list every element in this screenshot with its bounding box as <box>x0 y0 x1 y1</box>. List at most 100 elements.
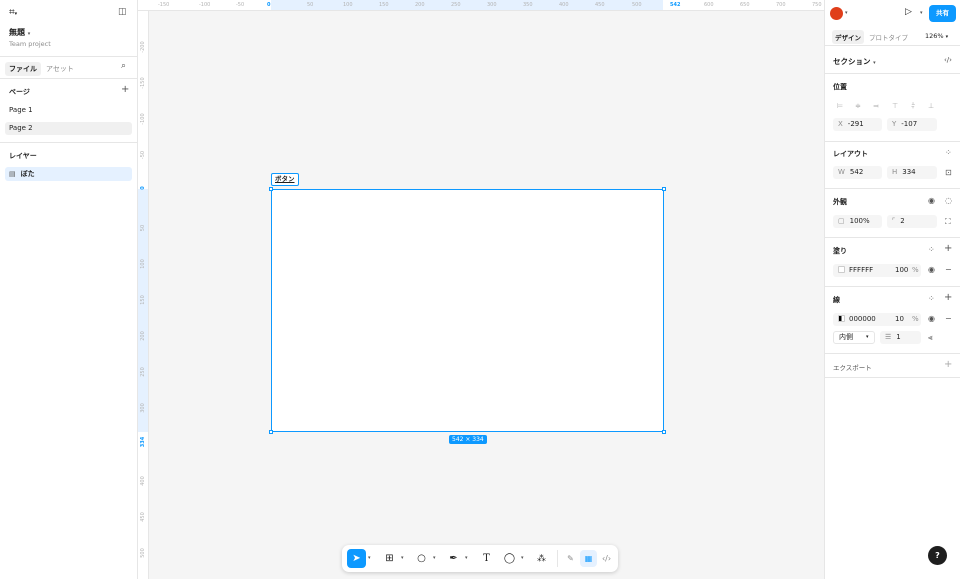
ruler-tick-label: 700 <box>776 2 786 8</box>
resize-handle-tl[interactable] <box>269 187 273 191</box>
tab-file[interactable]: ファイル <box>5 62 41 76</box>
frame-tool-icon[interactable]: ⊞ <box>380 549 399 568</box>
ruler-tick-label: -150 <box>158 2 170 8</box>
project-name[interactable]: Team project <box>9 40 51 48</box>
remove-fill-icon[interactable]: − <box>945 265 952 274</box>
align-bottom-icon[interactable]: ⊥ <box>924 100 938 112</box>
align-top-icon[interactable]: ⊤ <box>888 100 902 112</box>
left-panel: ⌗▾ ◫ 無題 ▾ Team project ファイル アセット ⌕ ページ +… <box>0 0 138 579</box>
fill-color-field[interactable]: FFFFFF 100% <box>833 264 921 277</box>
stroke-settings-icon[interactable]: ⫷ <box>928 333 933 343</box>
stroke-swatch[interactable] <box>838 315 845 322</box>
ruler-tick-label: 150 <box>140 295 146 305</box>
height-field[interactable]: H 334 <box>887 166 937 179</box>
visibility-icon[interactable]: ◉ <box>928 196 935 205</box>
share-button[interactable]: 共有 <box>929 5 956 22</box>
ruler-tick-label: -100 <box>140 113 146 125</box>
x-field[interactable]: X -291 <box>833 118 882 131</box>
layer-item[interactable]: ▤ ぼた <box>5 167 132 181</box>
width-field[interactable]: W 542 <box>833 166 882 179</box>
stroke-position-select[interactable]: 内側 ▾ <box>833 331 875 344</box>
tab-design[interactable]: デザイン <box>832 30 864 44</box>
toolbar-divider <box>557 550 558 567</box>
ruler-tick-label: 500 <box>140 548 146 558</box>
align-middle-v-icon[interactable]: ⫩ <box>906 100 920 112</box>
code-icon[interactable]: ‹/› <box>944 56 952 64</box>
ruler-tick-label: 400 <box>559 2 569 8</box>
align-right-icon[interactable]: ⫤ <box>869 100 883 112</box>
comment-tool-caret[interactable]: ▾ <box>521 555 524 561</box>
text-tool-icon[interactable]: T <box>477 549 496 568</box>
independent-corners-icon[interactable]: ⛶ <box>945 217 951 227</box>
move-tool-icon[interactable]: ➤ <box>347 549 366 568</box>
blend-mode-icon[interactable]: ◌ <box>945 196 952 205</box>
remove-stroke-icon[interactable]: − <box>945 314 952 323</box>
search-icon[interactable]: ⌕ <box>121 61 126 71</box>
section-label[interactable]: ボタン <box>271 173 299 186</box>
design-mode-icon[interactable]: ▦ <box>580 550 597 567</box>
page-item-1[interactable]: Page 1 <box>5 104 132 117</box>
stroke-styles-icon[interactable]: ⁘ <box>928 294 935 303</box>
ellipse-tool-icon[interactable]: ○ <box>412 549 431 568</box>
y-field[interactable]: Y -107 <box>887 118 937 131</box>
add-page-icon[interactable]: + <box>121 84 129 95</box>
appearance-title: 外観 <box>833 198 847 206</box>
section-frame[interactable] <box>269 187 666 434</box>
stroke-weight-field[interactable]: ☰ 1 <box>880 331 921 344</box>
avatar[interactable] <box>830 7 843 20</box>
zoom-level[interactable]: 126% ▾ <box>925 32 948 40</box>
ruler-tick-label: 542 <box>670 2 681 8</box>
ruler-tick-label: 150 <box>379 2 389 8</box>
fill-swatch[interactable] <box>838 266 845 273</box>
ruler-tick-label: 600 <box>704 2 714 8</box>
draw-mode-icon[interactable]: ✎ <box>562 550 579 567</box>
stroke-visibility-icon[interactable]: ◉ <box>928 314 935 323</box>
help-button[interactable]: ? <box>928 546 947 565</box>
page-item-2[interactable]: Page 2 <box>5 122 132 135</box>
layers-header: レイヤー <box>9 152 37 160</box>
opacity-field[interactable]: ▢ 100% <box>833 215 882 228</box>
add-fill-icon[interactable]: + <box>944 243 952 254</box>
selection-type[interactable]: セクション ▾ <box>833 56 876 67</box>
fill-title: 塗り <box>833 247 847 255</box>
fill-visibility-icon[interactable]: ◉ <box>928 265 935 274</box>
pen-tool-icon[interactable]: ✒ <box>444 549 463 568</box>
fill-styles-icon[interactable]: ⁘ <box>928 245 935 254</box>
resize-handle-tr[interactable] <box>662 187 666 191</box>
avatar-caret-icon[interactable]: ▾ <box>845 10 848 16</box>
auto-layout-icon[interactable]: ⁘ <box>945 148 952 157</box>
add-stroke-icon[interactable]: + <box>944 292 952 303</box>
figma-menu-icon[interactable]: ⌗▾ <box>9 7 17 18</box>
stroke-color-field[interactable]: 000000 10% <box>833 313 921 326</box>
align-left-icon[interactable]: ⊨ <box>833 100 847 112</box>
ruler-tick-label: 650 <box>740 2 750 8</box>
resize-handle-br[interactable] <box>662 430 666 434</box>
resize-to-fit-icon[interactable]: ⊡ <box>945 168 952 177</box>
shape-tool-caret[interactable]: ▾ <box>433 555 436 561</box>
layout-title: レイアウト <box>833 150 868 158</box>
tab-assets[interactable]: アセット <box>42 62 78 76</box>
sidebar-toggle-icon[interactable]: ◫ <box>118 7 127 17</box>
corner-radius-field[interactable]: ⌜ 2 <box>887 215 937 228</box>
frame-tool-caret[interactable]: ▾ <box>401 555 404 561</box>
ruler-tick-label: 350 <box>523 2 533 8</box>
dev-mode-icon[interactable]: ‹/› <box>598 550 615 567</box>
pen-tool-caret[interactable]: ▾ <box>465 555 468 561</box>
ruler-tick-label: 500 <box>632 2 642 8</box>
comment-tool-icon[interactable]: ◯ <box>500 549 519 568</box>
pages-header: ページ <box>9 88 30 96</box>
ruler-tick-label: 250 <box>451 2 461 8</box>
move-tool-caret[interactable]: ▾ <box>368 555 371 561</box>
section-icon: ▤ <box>9 170 16 178</box>
present-icon[interactable]: ▷ <box>905 7 912 17</box>
present-caret-icon[interactable]: ▾ <box>920 10 923 16</box>
file-name[interactable]: 無題 ▾ <box>9 27 30 38</box>
ruler-tick-label: 250 <box>140 367 146 377</box>
actions-icon[interactable]: ⁂ <box>532 549 551 568</box>
ruler-tick-label: -200 <box>140 41 146 53</box>
resize-handle-bl[interactable] <box>269 430 273 434</box>
ruler-tick-label: -150 <box>140 77 146 89</box>
tab-prototype[interactable]: プロトタイプ <box>869 32 908 42</box>
align-center-h-icon[interactable]: ≑ <box>851 100 865 112</box>
add-export-icon[interactable]: + <box>944 359 952 370</box>
